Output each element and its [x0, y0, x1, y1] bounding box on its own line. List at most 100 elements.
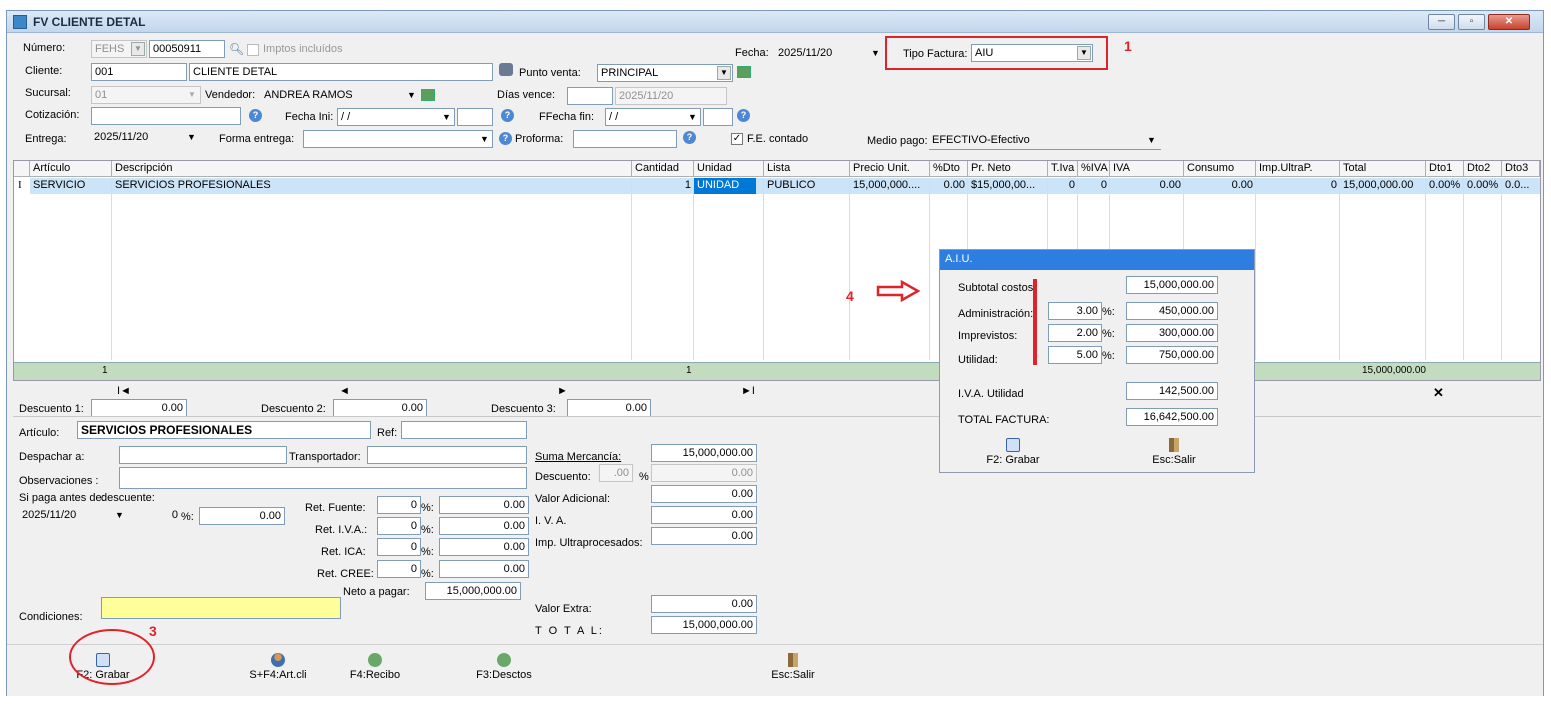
cell-imp-ultra[interactable]: 0 [1256, 178, 1340, 194]
imprevistos-pct-input[interactable]: 2.00 [1048, 324, 1102, 342]
cell-unidad[interactable]: UNIDAD [694, 178, 756, 194]
recibo-button[interactable]: F4:Recibo [345, 653, 405, 681]
maximize-button[interactable]: ▫ [1458, 14, 1485, 30]
client-card-icon[interactable] [499, 63, 513, 76]
imptos-checkbox[interactable] [247, 44, 259, 56]
fe-contado-checkbox[interactable]: ✓ [731, 133, 743, 145]
cell-dto2[interactable]: 0.00% [1464, 178, 1502, 194]
administracion-pct-input[interactable]: 3.00 [1048, 302, 1102, 320]
col-consumo[interactable]: Consumo [1184, 161, 1256, 177]
aiu-salir-button[interactable]: Esc:Salir [1144, 438, 1204, 466]
col-dto[interactable]: %Dto [930, 161, 968, 177]
col-pct-iva[interactable]: %IVA [1078, 161, 1110, 177]
sucursal-select[interactable]: 01 ▼ [91, 86, 201, 104]
ret-fuente-pct[interactable]: 0 [377, 496, 421, 514]
cliente-name-input[interactable]: CLIENTE DETAL [189, 63, 493, 81]
ret-iva-value[interactable]: 0.00 [439, 517, 529, 535]
col-dto3[interactable]: Dto3 [1502, 161, 1540, 177]
numero-prefix-select[interactable]: FEHS ▼ [91, 40, 147, 58]
ret-ica-value[interactable]: 0.00 [439, 538, 529, 556]
ref-input[interactable] [401, 421, 527, 439]
desctos-button[interactable]: F3:Desctos [469, 653, 539, 681]
cell-precio[interactable]: 15,000,000.... [850, 178, 930, 194]
nav-prev-button[interactable]: ◄ [339, 385, 350, 397]
help-icon[interactable]: ? [249, 109, 262, 122]
salir-button[interactable]: Esc:Salir [763, 653, 823, 681]
close-button[interactable]: ✕ [1488, 14, 1530, 30]
cell-cantidad[interactable]: 1 [632, 178, 694, 194]
art-cli-button[interactable]: S+F4:Art.cli [243, 653, 313, 681]
medio-pago-select[interactable]: EFECTIVO-Efectivo ▼ [929, 132, 1161, 150]
col-iva[interactable]: IVA [1110, 161, 1184, 177]
nav-next-button[interactable]: ► [557, 385, 568, 397]
col-lista[interactable]: Lista [764, 161, 850, 177]
entrega-picker[interactable]: 2025/11/20 ▼ [91, 129, 201, 147]
col-cantidad[interactable]: Cantidad [632, 161, 694, 177]
col-articulo[interactable]: Artículo [30, 161, 112, 177]
help-icon[interactable]: ? [499, 132, 512, 145]
descuento1-input[interactable]: 0.00 [91, 399, 187, 417]
cell-t-iva[interactable]: 0 [1048, 178, 1078, 194]
col-imp-ultra[interactable]: Imp.UltraP. [1256, 161, 1340, 177]
col-dto1[interactable]: Dto1 [1426, 161, 1464, 177]
col-total[interactable]: Total [1340, 161, 1426, 177]
fecha-ini-picker[interactable]: / / ▼ [337, 108, 455, 126]
ret-cree-pct[interactable]: 0 [377, 560, 421, 578]
cell-dto1[interactable]: 0.00% [1426, 178, 1464, 194]
col-dto2[interactable]: Dto2 [1464, 161, 1502, 177]
col-descripcion[interactable]: Descripción [112, 161, 632, 177]
col-unidad[interactable]: Unidad [694, 161, 764, 177]
observaciones-input[interactable] [119, 467, 527, 489]
transportador-input[interactable] [367, 446, 527, 464]
hora-fin-input[interactable] [703, 108, 733, 126]
dias-vence-input[interactable] [567, 87, 613, 105]
help-icon[interactable]: ? [683, 131, 696, 144]
cell-descripcion[interactable]: SERVICIOS PROFESIONALES [112, 178, 632, 194]
delete-row-button[interactable]: ✕ [1433, 385, 1444, 401]
cell-lista[interactable]: PUBLICO [764, 178, 850, 194]
ret-ica-pct[interactable]: 0 [377, 538, 421, 556]
ffecha-fin-picker[interactable]: / / ▼ [605, 108, 701, 126]
col-pr-neto[interactable]: Pr. Neto [968, 161, 1048, 177]
aiu-grabar-button[interactable]: F2: Grabar [978, 438, 1048, 466]
help-icon[interactable]: ? [737, 109, 750, 122]
cliente-code-input[interactable]: 001 [91, 63, 187, 81]
descuento2-input[interactable]: 0.00 [333, 399, 427, 417]
descuente-pct-input[interactable]: 0 [137, 507, 181, 525]
refresh-icon[interactable] [421, 89, 435, 101]
cell-pct-iva[interactable]: 0 [1078, 178, 1110, 194]
cell-dto[interactable]: 0.00 [930, 178, 968, 194]
nav-first-button[interactable]: I◄ [117, 385, 131, 397]
valor-adicional-input[interactable]: 0.00 [651, 485, 757, 503]
cell-articulo[interactable]: SERVICIO [30, 178, 112, 194]
hora-ini-input[interactable] [457, 108, 493, 126]
descuento3-input[interactable]: 0.00 [567, 399, 651, 417]
cell-iva[interactable]: 0.00 [1110, 178, 1184, 194]
si-paga-date-picker[interactable]: 2025/11/20 ▼ [19, 507, 129, 525]
punto-venta-select[interactable]: PRINCIPAL ▼ [597, 64, 733, 82]
forma-entrega-select[interactable]: ▼ [303, 130, 493, 148]
nav-last-button[interactable]: ►I [741, 385, 755, 397]
fecha-picker[interactable]: 2025/11/20 ▼ [775, 45, 885, 63]
proforma-input[interactable] [573, 130, 677, 148]
ret-iva-pct[interactable]: 0 [377, 517, 421, 535]
condiciones-input[interactable] [101, 597, 341, 619]
cotizacion-input[interactable] [91, 107, 241, 125]
cell-total[interactable]: 15,000,000.00 [1340, 178, 1426, 194]
vendedor-select[interactable]: ANDREA RAMOS ▼ [261, 87, 419, 105]
descuente-value-input[interactable]: 0.00 [199, 507, 285, 525]
ret-fuente-value[interactable]: 0.00 [439, 496, 529, 514]
refresh-icon[interactable] [737, 66, 751, 78]
valor-extra-input[interactable]: 0.00 [651, 595, 757, 613]
articulo-detail-input[interactable]: SERVICIOS PROFESIONALES [77, 421, 371, 439]
items-grid[interactable]: Artículo Descripción Cantidad Unidad Lis… [13, 160, 1541, 381]
help-icon[interactable]: ? [501, 109, 514, 122]
col-precio[interactable]: Precio Unit. [850, 161, 930, 177]
col-t-iva[interactable]: T.Iva [1048, 161, 1078, 177]
despachar-input[interactable] [119, 446, 287, 464]
cell-dto3[interactable]: 0.0... [1502, 178, 1540, 194]
cell-consumo[interactable]: 0.00 [1184, 178, 1256, 194]
search-icon[interactable]: 🔍︎ [229, 42, 244, 56]
minimize-button[interactable]: ─ [1428, 14, 1455, 30]
numero-input[interactable]: 00050911 [149, 40, 225, 58]
